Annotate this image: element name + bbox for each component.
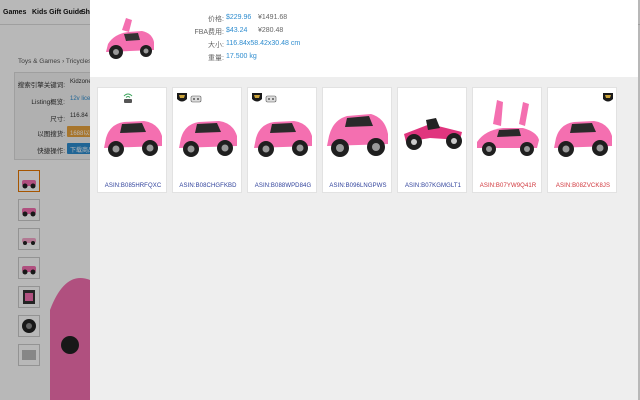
product-image — [104, 121, 162, 157]
product-image — [477, 100, 539, 156]
detail-label: 价格: — [208, 16, 224, 23]
product-card[interactable]: ASIN:B088WPD84G — [247, 87, 317, 193]
asin-link[interactable]: ASIN:B088WPD84G — [248, 183, 318, 189]
detail-row-weight: 重量: 17.500 kg — [194, 53, 434, 65]
detail-value-cny: ¥1491.68 — [258, 14, 288, 21]
similar-products-modal: X 价格: $229.96 ¥1491.68 FBA费用: $43.24 ¥28… — [90, 0, 638, 400]
detail-label: 重量: — [208, 55, 224, 62]
product-card[interactable]: ASIN:B07YW9Q41R — [472, 87, 542, 193]
product-info-header: 价格: $229.96 ¥1491.68 FBA费用: $43.24 ¥280.… — [90, 0, 638, 77]
modal-overlay: X 价格: $229.96 ¥1491.68 FBA费用: $43.24 ¥28… — [0, 0, 640, 400]
asin-link[interactable]: ASIN:B08CHGFKBD — [173, 183, 243, 189]
detail-value-usd: $229.96 — [226, 14, 252, 21]
detail-label: FBA费用: — [194, 29, 224, 36]
asin-link[interactable]: ASIN:B085HRFQXC — [98, 183, 168, 189]
product-card[interactable]: ASIN:B08CHGFKBD — [172, 87, 242, 193]
product-card[interactable]: ASIN:B07KGMGLT1 — [397, 87, 467, 193]
product-card[interactable]: ASIN:B096LNGPWS — [322, 87, 392, 193]
detail-row-size: 大小: 116.84x58.42x30.48 cm — [194, 40, 434, 52]
similar-products-strip: ASIN:B085HRFQXC ASIN:B08CHGFKBD ASIN:B08… — [90, 77, 638, 400]
detail-value: 116.84x58.42x30.48 cm — [226, 40, 301, 47]
asin-link[interactable]: ASIN:B096LNGPWS — [323, 183, 393, 189]
detail-value-cny: ¥280.48 — [258, 27, 284, 34]
product-image — [327, 114, 388, 157]
asin-link[interactable]: ASIN:B07KGMGLT1 — [398, 183, 468, 189]
detail-value: 17.500 kg — [226, 53, 257, 60]
product-card[interactable]: ASIN:B085HRFQXC — [97, 87, 167, 193]
product-image — [179, 121, 237, 157]
asin-link[interactable]: ASIN:B07YW9Q41R — [473, 183, 543, 189]
asin-link[interactable]: ASIN:B08ZVCK8JS — [548, 183, 618, 189]
product-image — [404, 118, 462, 150]
detail-label: 大小: — [208, 42, 224, 49]
detail-row-fba-fee: FBA费用: $43.24 ¥280.48 — [194, 27, 434, 39]
detail-row-price: 价格: $229.96 ¥1491.68 — [194, 14, 434, 26]
detail-value-usd: $43.24 — [226, 27, 248, 34]
product-image — [254, 121, 312, 157]
main-product-thumbnail — [106, 18, 154, 59]
product-card[interactable]: ASIN:B08ZVCK8JS — [547, 87, 617, 193]
product-image — [554, 121, 612, 157]
